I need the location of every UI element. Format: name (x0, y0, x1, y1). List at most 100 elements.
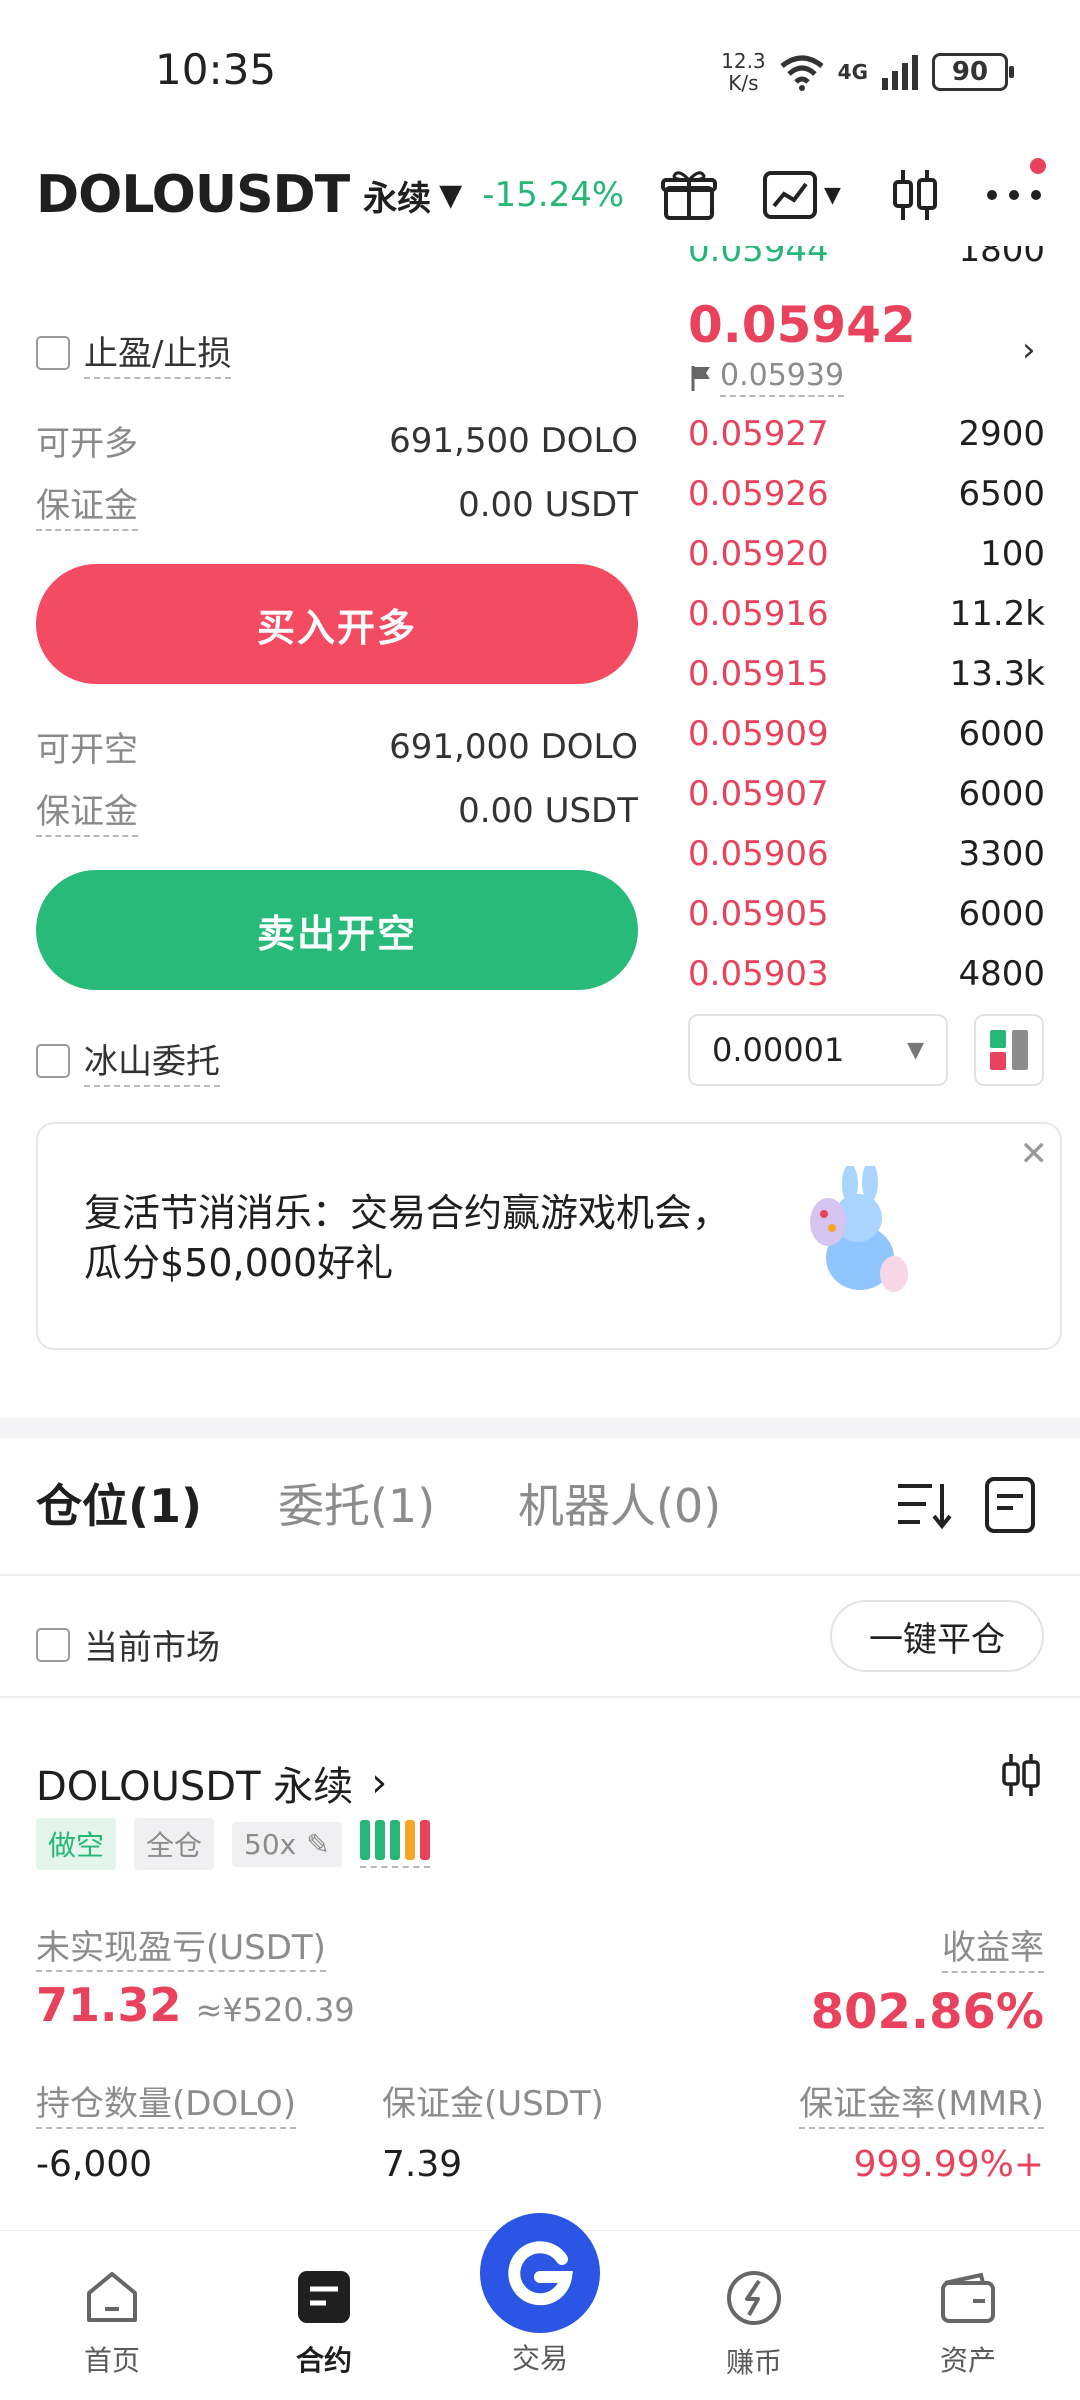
current-market-filter[interactable]: 当前市场 (36, 1620, 220, 1669)
position-tags: 做空 全仓 50x ✎ (36, 1818, 430, 1870)
tab-bots[interactable]: 机器人(0) (518, 1470, 721, 1536)
order-book-row[interactable]: 0.05909 6000 (688, 704, 1045, 764)
current-market-checkbox[interactable] (36, 1627, 70, 1662)
book-layout-icon (990, 1030, 1028, 1070)
bid-qty: 2900 (958, 414, 1045, 454)
chevron-down-icon: ▼ (824, 182, 841, 208)
bid-price: 0.05909 (688, 714, 829, 754)
margin-mode-tag[interactable]: 全仓 (134, 1818, 215, 1870)
mmr-label[interactable]: 保证金率(MMR) (799, 2076, 1044, 2129)
bid-qty: 6000 (958, 774, 1045, 814)
position-symbol: DOLOUSDT 永续 (36, 1764, 354, 1810)
mark-price: 0.05939 (690, 358, 845, 397)
chevron-right-icon[interactable]: › (1022, 330, 1036, 370)
tp-sl-label: 止盈/止损 (84, 326, 232, 379)
tab-positions[interactable]: 仓位(1) (36, 1470, 202, 1536)
mmr-value: 999.99%+ (853, 2144, 1044, 2185)
position-symbol-link[interactable]: DOLOUSDT 永续 › (36, 1754, 387, 1812)
order-book-row[interactable]: 0.05920 100 (688, 524, 1045, 584)
gift-icon[interactable] (660, 160, 718, 230)
trade-icon (480, 2213, 600, 2333)
promo-banner[interactable]: 复活节消消乐：交易合约赢游戏机会，瓜分$50,000好礼 ✕ (36, 1122, 1062, 1350)
tp-sl-checkbox[interactable] (36, 335, 70, 370)
wallet-icon (941, 2272, 995, 2323)
order-book-row[interactable]: 0.05903 4800 (688, 944, 1045, 1004)
last-price[interactable]: 0.05942 (688, 296, 916, 354)
nav-earn[interactable]: 赚币 (684, 2269, 824, 2381)
current-market-label: 当前市场 (84, 1628, 220, 1668)
tab-orders[interactable]: 委托(1) (278, 1470, 435, 1536)
edit-icon: ✎ (306, 1827, 330, 1861)
header: DOLOUSDT 永续 ▼ -15.24% ▼ (36, 158, 1046, 230)
pnl-cny: ≈¥520.39 (195, 1991, 355, 2029)
candlestick-icon[interactable] (1000, 1752, 1042, 1798)
long-margin-row: 保证金 0.00 USDT (36, 478, 638, 531)
network-type: 4G (837, 60, 868, 84)
iceberg-checkbox[interactable] (36, 1043, 70, 1078)
bid-price: 0.05926 (688, 474, 829, 514)
tp-sl-option[interactable]: 止盈/止损 (36, 326, 232, 379)
nav-home[interactable]: 首页 (42, 2269, 182, 2379)
buy-long-button[interactable]: 买入开多 (36, 564, 638, 684)
long-available-row: 可开多 691,500 DOLO (36, 416, 638, 465)
nav-trade[interactable]: 交易 (470, 2213, 610, 2377)
contract-type[interactable]: 永续 (363, 171, 431, 220)
bid-price: 0.05905 (688, 894, 829, 934)
iceberg-option[interactable]: 冰山委托 (36, 1034, 220, 1087)
order-history-icon[interactable] (984, 1476, 1036, 1534)
bottom-nav: 首页 合约 交易 赚币 资产 (0, 2213, 1080, 2400)
size-label[interactable]: 持仓数量(DOLO) (36, 2076, 296, 2129)
pnl-label[interactable]: 未实现盈亏(USDT) (36, 1920, 326, 1972)
order-book-row[interactable]: 0.05905 6000 (688, 884, 1045, 944)
signal-icon (882, 55, 918, 90)
short-margin-label: 保证金 (36, 784, 138, 837)
long-margin-value: 0.00 USDT (458, 484, 638, 525)
nav-futures[interactable]: 合约 (254, 2269, 394, 2379)
caret-down-icon[interactable]: ▼ (439, 178, 462, 213)
symbol-title[interactable]: DOLOUSDT (36, 165, 350, 225)
chart-icon[interactable]: ▼ (762, 160, 841, 230)
banner-text: 复活节消消乐：交易合约赢游戏机会，瓜分$50,000好礼 (84, 1191, 731, 1285)
nav-assets[interactable]: 资产 (898, 2269, 1038, 2379)
sort-icon[interactable] (896, 1478, 952, 1532)
order-book-row[interactable]: 0.05906 3300 (688, 824, 1045, 884)
bid-qty: 6000 (958, 714, 1045, 754)
order-book-row[interactable]: 0.05926 6500 (688, 464, 1045, 524)
short-margin-value: 0.00 USDT (458, 790, 638, 831)
precision-select[interactable]: 0.00001 ▼ (688, 1014, 948, 1086)
order-book-row[interactable]: 0.05916 11.2k (688, 584, 1045, 644)
book-layout-toggle[interactable] (974, 1014, 1044, 1086)
bid-qty: 4800 (958, 954, 1045, 994)
bid-qty: 100 (980, 534, 1045, 574)
short-available-value: 691,000 DOLO (389, 726, 638, 767)
caret-down-icon: ▼ (907, 1037, 924, 1063)
order-book-row[interactable]: 0.05907 6000 (688, 764, 1045, 824)
leverage-tag[interactable]: 50x ✎ (232, 1821, 342, 1867)
sell-short-button[interactable]: 卖出开空 (36, 870, 638, 990)
long-available-value: 691,500 DOLO (389, 420, 638, 461)
short-available-label: 可开空 (36, 730, 138, 770)
bid-qty: 3300 (958, 834, 1045, 874)
close-icon[interactable]: ✕ (1020, 1134, 1049, 1174)
bid-qty: 11.2k (949, 594, 1045, 634)
close-all-button[interactable]: 一键平仓 (830, 1600, 1044, 1672)
pnl-value: 71.32 (36, 1978, 182, 2032)
bid-price: 0.05915 (688, 654, 829, 694)
home-icon (87, 2272, 137, 2322)
bid-price: 0.05906 (688, 834, 829, 874)
price-change: -15.24% (482, 175, 625, 215)
more-icon[interactable] (984, 158, 1046, 230)
ask-price: 0.05944 (688, 246, 829, 270)
order-book-row[interactable]: 0.05927 2900 (688, 404, 1045, 464)
roe-label[interactable]: 收益率 (942, 1920, 1044, 1973)
bid-price: 0.05907 (688, 774, 829, 814)
status-time: 10:35 (155, 45, 277, 94)
side-tag: 做空 (36, 1818, 117, 1870)
long-available-label: 可开多 (36, 424, 138, 464)
section-divider (0, 1418, 1080, 1438)
candlestick-icon[interactable] (890, 160, 940, 230)
adl-indicator[interactable] (359, 1820, 430, 1868)
bid-qty: 6000 (958, 894, 1045, 934)
futures-icon (298, 2271, 350, 2323)
order-book-row[interactable]: 0.05915 13.3k (688, 644, 1045, 704)
